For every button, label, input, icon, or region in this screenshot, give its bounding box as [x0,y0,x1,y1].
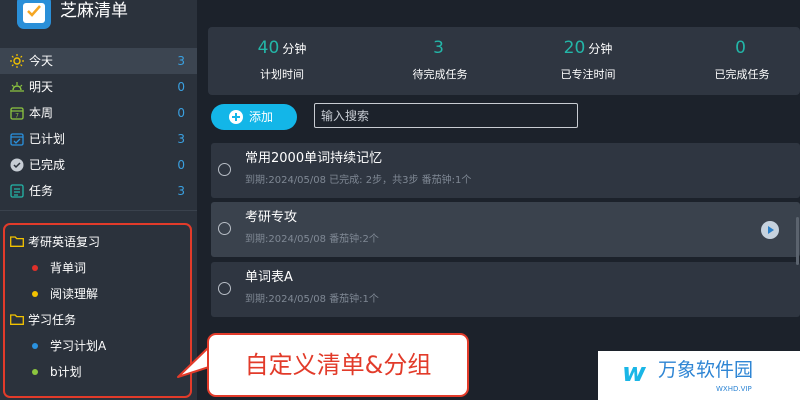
task-meta: 到期:2024/05/08 番茄钟:1个 [245,294,379,305]
stat-value: 3 [433,38,444,58]
nav-label: 已完成 [29,158,66,172]
sunrise-icon [10,82,24,92]
task-meta: 到期:2024/05/08 番茄钟:2个 [245,234,379,245]
stat-label: 已专注时间 [560,68,616,81]
stats-panel: 40 分钟 计划时间 3 待完成任务 20 分钟 已专注时间 0 已完成任务 [208,27,800,95]
stat-pending-tasks: 3 待完成任务 [366,27,514,95]
svg-text:7: 7 [15,113,19,120]
task-complete-checkbox[interactable] [218,282,231,295]
sun-icon [10,54,24,68]
stat-label: 待完成任务 [412,68,468,81]
task-complete-checkbox[interactable] [218,222,231,235]
task-title: 考研专攻 [245,210,298,225]
app-logo-icon [17,0,51,29]
nav-item-tasks[interactable]: 任务 3 [0,178,197,204]
watermark-subtext: WXHD.VIP [716,385,752,393]
annotation-callout: 自定义清单&分组 [207,333,469,397]
stat-label: 已完成任务 [714,68,770,81]
nav-label: 今天 [29,54,54,68]
calendar-check-icon [10,133,24,146]
nav-item-completed[interactable]: 已完成 0 [0,152,197,178]
watermark-logo-icon: w [622,358,647,388]
stat-unit: 分钟 [282,42,307,56]
nav-count: 3 [177,184,185,198]
task-meta: 到期:2024/05/08 已完成: 2步，共3步 番茄钟:1个 [245,175,472,186]
task-item[interactable]: 考研专攻 到期:2024/05/08 番茄钟:2个 [211,202,800,257]
watermark-text: 万象软件园 [658,359,754,381]
play-icon[interactable] [761,221,779,239]
sidebar-divider [0,210,197,211]
task-item[interactable]: 常用2000单词持续记忆 到期:2024/05/08 已完成: 2步，共3步 番… [211,143,800,198]
task-list-icon [10,184,24,198]
stat-completed-tasks: 0 已完成任务 [668,27,800,95]
nav-item-tomorrow[interactable]: 明天 0 [0,74,197,100]
task-complete-checkbox[interactable] [218,163,231,176]
add-task-button[interactable]: 添加 [211,104,297,130]
sidebar: 芝麻清单 今天 3 明天 0 7 本周 0 已计划 3 已完成 0 任务 3 考… [0,0,197,400]
nav-count: 0 [177,106,185,120]
nav-count: 0 [177,158,185,172]
task-title: 单词表A [245,270,293,285]
stat-value: 20 [563,38,586,58]
check-circle-icon [10,158,24,172]
nav-count: 3 [177,54,185,68]
callout-text: 自定义清单&分组 [244,351,432,379]
stat-value: 40 [257,38,280,58]
task-title: 常用2000单词持续记忆 [245,151,383,166]
task-item[interactable]: 单词表A 到期:2024/05/08 番茄钟:1个 [211,262,800,317]
stat-unit: 分钟 [588,42,613,56]
scrollbar-thumb[interactable] [796,217,799,265]
plus-circle-icon [229,110,243,124]
nav-label: 本周 [29,106,54,120]
annotation-highlight-box [3,223,192,398]
stat-label: 计划时间 [260,68,304,81]
watermark: w 万象软件园 WXHD.VIP [598,351,800,400]
add-button-label: 添加 [249,110,274,124]
nav-label: 已计划 [29,132,66,146]
stat-planned-time: 40 分钟 计划时间 [208,27,356,95]
nav-label: 任务 [29,184,54,198]
nav-item-today[interactable]: 今天 3 [0,48,197,74]
search-input[interactable] [314,103,578,128]
calendar-week-icon: 7 [10,107,24,120]
stat-focus-time: 20 分钟 已专注时间 [514,27,662,95]
stat-value: 0 [735,38,746,58]
nav-item-planned[interactable]: 已计划 3 [0,126,197,152]
app-title: 芝麻清单 [60,1,128,21]
nav-count: 0 [177,80,185,94]
nav-item-week[interactable]: 7 本周 0 [0,100,197,126]
nav-count: 3 [177,132,185,146]
nav-label: 明天 [29,80,54,94]
app-header: 芝麻清单 [0,0,197,40]
